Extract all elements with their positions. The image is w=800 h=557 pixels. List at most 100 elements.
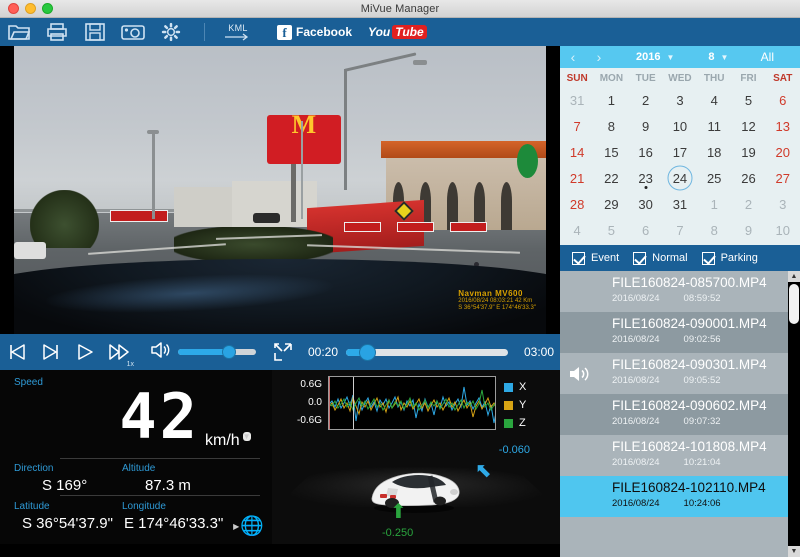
youtube-share-button[interactable]: You Tube	[368, 25, 427, 39]
calendar-day-2[interactable]: 2	[731, 191, 765, 217]
calendar-day-14[interactable]: 14	[560, 139, 594, 165]
dow-wed: WED	[668, 73, 692, 84]
file-time: 08:59:52	[683, 293, 721, 304]
speed-unit-selector[interactable]: km/h ▼	[205, 432, 251, 450]
calendar-day-5[interactable]: 5	[731, 87, 765, 113]
calendar-day-24[interactable]: 24	[663, 165, 697, 191]
calendar-day-17[interactable]: 17	[663, 139, 697, 165]
calendar-day-30[interactable]: 30	[629, 191, 663, 217]
calendar-day-12[interactable]: 12	[731, 113, 765, 139]
youtube-tube-label: Tube	[392, 25, 427, 39]
calendar-day-8[interactable]: 8	[594, 113, 628, 139]
calendar-day-21[interactable]: 21	[560, 165, 594, 191]
facebook-share-button[interactable]: f Facebook	[277, 24, 352, 40]
oncoming-van	[14, 241, 46, 260]
settings-gear-icon[interactable]	[152, 18, 190, 46]
seek-bar[interactable]	[346, 343, 508, 361]
scroll-down-arrow-icon[interactable]: ▼	[788, 546, 800, 557]
calendar-day-6[interactable]: 6	[629, 217, 663, 243]
calendar-day-19[interactable]: 19	[731, 139, 765, 165]
gsensor-playhead[interactable]	[353, 377, 354, 429]
print-icon[interactable]	[38, 18, 76, 46]
calendar-day-15[interactable]: 15	[594, 139, 628, 165]
calendar-day-18[interactable]: 18	[697, 139, 731, 165]
calendar-day-23[interactable]: 23	[629, 165, 663, 191]
calendar-day-28[interactable]: 28	[560, 191, 594, 217]
sign-pole	[290, 164, 296, 222]
calendar-day-7[interactable]: 7	[560, 113, 594, 139]
checkbox-parking[interactable]	[701, 251, 715, 265]
month-selector[interactable]: 8 ▼	[708, 51, 728, 63]
scrollbar-thumb[interactable]	[789, 284, 799, 324]
toolbar-divider	[204, 23, 205, 41]
play-button[interactable]	[68, 334, 102, 370]
calendar-day-13[interactable]: 13	[766, 113, 800, 139]
snapshot-camera-icon[interactable]	[114, 18, 152, 46]
file-list-item[interactable]: FILE160824-102110.MP4 2016/08/24 10:24:06	[560, 476, 800, 517]
calendar-day-22[interactable]: 22	[594, 165, 628, 191]
calendar-all-button[interactable]: All	[761, 50, 774, 64]
calendar-day-2[interactable]: 2	[629, 87, 663, 113]
calendar-day-26[interactable]: 26	[731, 165, 765, 191]
calendar-day-9[interactable]: 9	[731, 217, 765, 243]
calendar-day-5[interactable]: 5	[594, 217, 628, 243]
file-list-item[interactable]: FILE160824-090301.MP4 2016/08/24 09:05:52	[560, 353, 800, 394]
volume-knob[interactable]	[221, 345, 236, 359]
calendar-day-10[interactable]: 10	[663, 113, 697, 139]
calendar-day-8[interactable]: 8	[697, 217, 731, 243]
seek-knob[interactable]	[358, 343, 376, 361]
fullscreen-icon[interactable]	[266, 334, 300, 370]
file-list-item[interactable]: FILE160824-090602.MP4 2016/08/24 09:07:32	[560, 394, 800, 435]
video-viewport[interactable]: M Navman MV600 2016/08/24 08:03:21 42 Km…	[0, 46, 560, 334]
filter-normal[interactable]: Normal	[633, 251, 688, 265]
calendar-day-1[interactable]: 1	[697, 191, 731, 217]
file-list-item[interactable]: FILE160824-090001.MP4 2016/08/24 09:02:56	[560, 312, 800, 353]
checkbox-event[interactable]	[572, 251, 585, 265]
calendar-day-4[interactable]: 4	[560, 217, 594, 243]
calendar-day-9[interactable]: 9	[629, 113, 663, 139]
year-selector[interactable]: 2016 ▼	[636, 51, 674, 63]
fast-forward-button[interactable]: 1x	[102, 334, 136, 370]
open-folder-icon[interactable]	[0, 18, 38, 46]
calendar-day-4[interactable]: 4	[697, 87, 731, 113]
gsensor-panel: 0.6G 0.0 -0.6G X Y Z ⬅ -0.060 ⬆ -0.250	[272, 370, 560, 544]
gsensor-y-value: -0.250	[382, 527, 414, 539]
calendar-day-16[interactable]: 16	[629, 139, 663, 165]
calendar-day-10[interactable]: 10	[766, 217, 800, 243]
telemetry-panel: Speed 42 km/h ▼ Direction S 169° Altitude…	[0, 370, 272, 544]
calendar-day-1[interactable]: 1	[594, 87, 628, 113]
scroll-up-arrow-icon[interactable]: ▲	[788, 271, 800, 282]
save-icon[interactable]	[76, 18, 114, 46]
calendar-day-27[interactable]: 27	[766, 165, 800, 191]
file-list-item[interactable]: FILE160824-085700.MP4 2016/08/24 08:59:52	[560, 271, 800, 312]
calendar-day-25[interactable]: 25	[697, 165, 731, 191]
calendar-day-20[interactable]: 20	[766, 139, 800, 165]
calendar-day-11[interactable]: 11	[697, 113, 731, 139]
file-meta: 2016/08/24 09:02:56	[612, 334, 800, 345]
calendar-day-29[interactable]: 29	[594, 191, 628, 217]
kml-export-button[interactable]: KML	[215, 18, 261, 46]
gsensor-waveform-plot[interactable]	[328, 376, 496, 430]
calendar-prev-button[interactable]: ‹	[560, 49, 586, 65]
filter-parking[interactable]: Parking	[701, 251, 758, 265]
checkbox-normal[interactable]	[633, 251, 647, 265]
calendar-day-3[interactable]: 3	[663, 87, 697, 113]
volume-slider[interactable]	[178, 345, 256, 359]
calendar-next-button[interactable]: ›	[586, 49, 612, 65]
video-watermark: Navman MV600 2016/08/24 08:03:21 42 Km S…	[458, 289, 536, 312]
calendar-day-label: 3	[779, 196, 787, 212]
speaker-icon[interactable]	[150, 341, 172, 364]
calendar-day-6[interactable]: 6	[766, 87, 800, 113]
calendar-day-7[interactable]: 7	[663, 217, 697, 243]
calendar-day-31[interactable]: 31	[560, 87, 594, 113]
next-button[interactable]	[34, 334, 68, 370]
file-list-item[interactable]: FILE160824-101808.MP4 2016/08/24 10:21:04	[560, 435, 800, 476]
filter-event[interactable]: Event	[572, 251, 619, 265]
calendar-day-3[interactable]: 3	[766, 191, 800, 217]
previous-button[interactable]	[0, 334, 34, 370]
file-list[interactable]: FILE160824-085700.MP4 2016/08/24 08:59:52 F…	[560, 271, 800, 557]
calendar-day-31[interactable]: 31	[663, 191, 697, 217]
file-list-scrollbar[interactable]: ▲ ▼	[788, 271, 800, 557]
calendar-day-label: 21	[569, 170, 585, 186]
globe-icon[interactable]: ▶🌐	[233, 514, 264, 538]
